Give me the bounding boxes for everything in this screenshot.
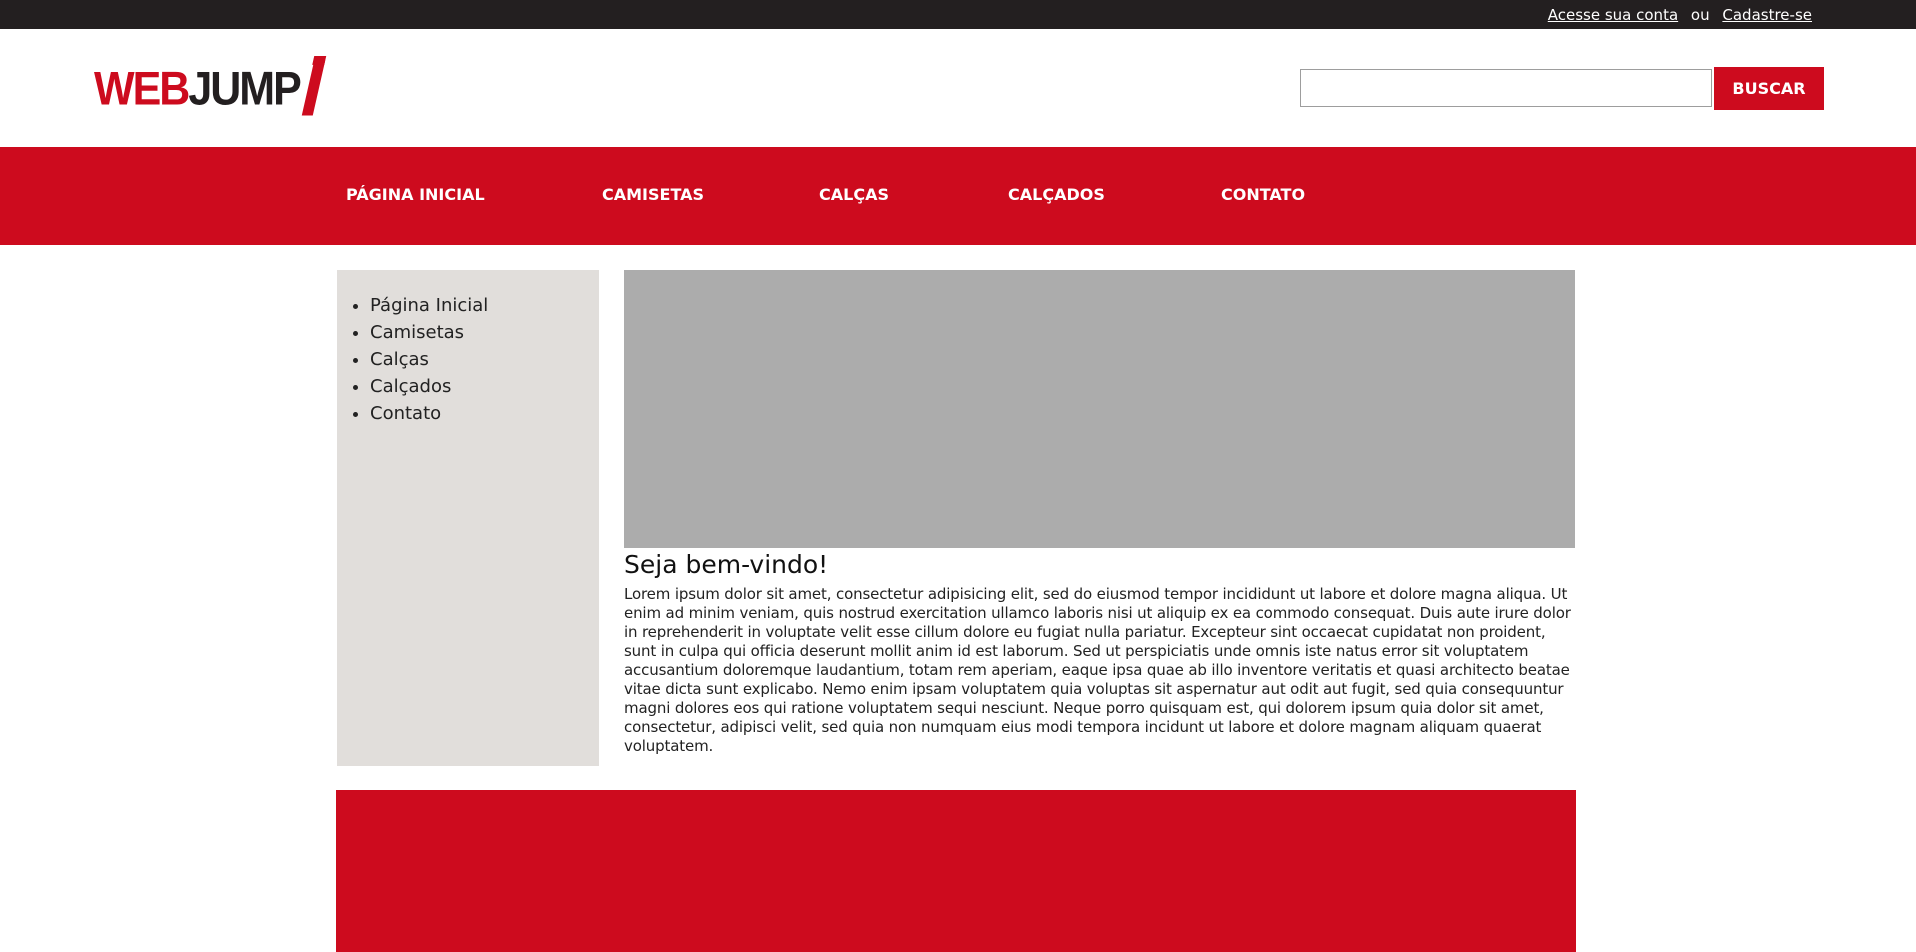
- auth-separator: ou: [1690, 6, 1710, 24]
- sidebar-item-camisetas[interactable]: Camisetas: [370, 319, 599, 346]
- login-link[interactable]: Acesse sua conta: [1548, 6, 1678, 24]
- welcome-title: Seja bem-vindo!: [624, 550, 829, 579]
- nav-item-pagina-inicial[interactable]: PÁGINA INICIAL: [346, 185, 485, 204]
- sidebar-item-contato[interactable]: Contato: [370, 400, 599, 427]
- logo-text-web: WEB: [94, 62, 190, 116]
- logo-text-jump: JUMP: [188, 62, 301, 116]
- webjump-logo[interactable]: WEBJUMP: [94, 60, 326, 116]
- logo-slash-icon: [301, 60, 326, 116]
- sidebar-item-pagina-inicial[interactable]: Página Inicial: [370, 292, 599, 319]
- sidebar-list: Página Inicial Camisetas Calças Calçados…: [337, 292, 599, 427]
- nav-item-camisetas[interactable]: CAMISETAS: [602, 185, 704, 204]
- sidebar-item-calcados[interactable]: Calçados: [370, 373, 599, 400]
- nav-item-contato[interactable]: CONTATO: [1221, 185, 1305, 204]
- site-footer: [336, 790, 1576, 952]
- register-link[interactable]: Cadastre-se: [1722, 6, 1812, 24]
- nav-item-calcas[interactable]: CALÇAS: [819, 185, 889, 204]
- search-input[interactable]: [1300, 69, 1712, 107]
- top-bar: Acesse sua conta ou Cadastre-se: [0, 0, 1916, 29]
- sidebar-item-calcas[interactable]: Calças: [370, 346, 599, 373]
- sidebar: Página Inicial Camisetas Calças Calçados…: [337, 270, 599, 766]
- search-button[interactable]: BUSCAR: [1714, 67, 1824, 110]
- auth-links: Acesse sua conta ou Cadastre-se: [1548, 6, 1812, 24]
- welcome-text: Lorem ipsum dolor sit amet, consectetur …: [624, 585, 1571, 755]
- nav-item-calcados[interactable]: CALÇADOS: [1008, 185, 1105, 204]
- main-nav: PÁGINA INICIAL CAMISETAS CALÇAS CALÇADOS…: [0, 147, 1916, 245]
- banner-image-placeholder: [624, 270, 1575, 548]
